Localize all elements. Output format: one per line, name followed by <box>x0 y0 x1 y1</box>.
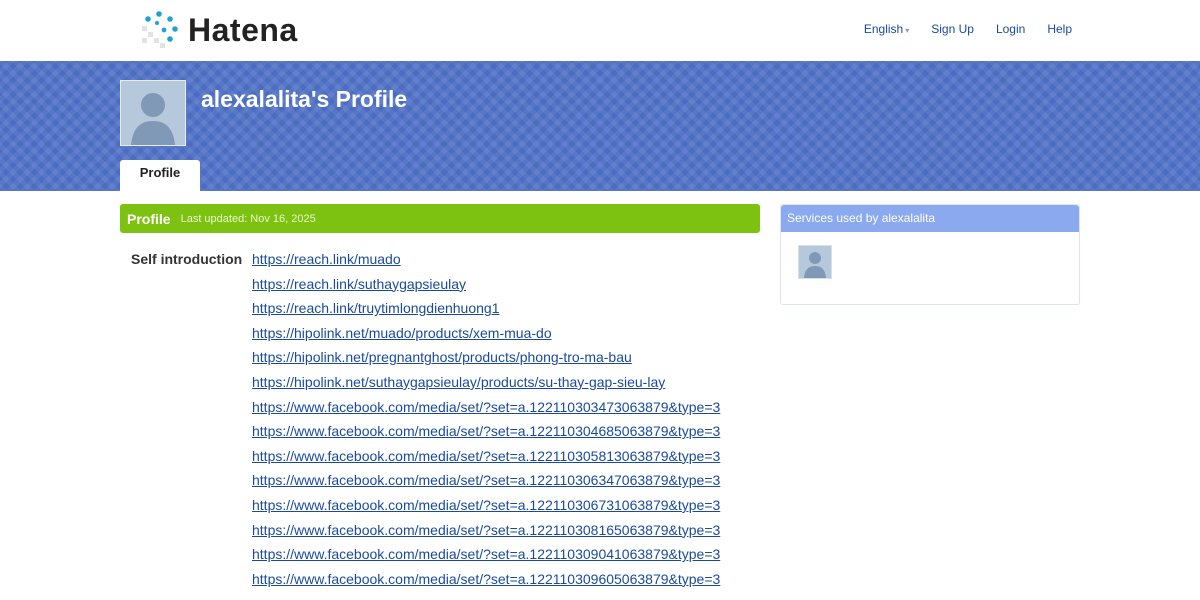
hatena-logo-icon <box>142 11 178 48</box>
intro-link[interactable]: https://reach.link/truytimlongdienhuong1 <box>252 300 499 316</box>
list-item: https://hipolink.net/muado/products/xem-… <box>252 324 720 349</box>
services-panel: Services used by alexalalita <box>780 204 1080 305</box>
self-introduction-links: https://reach.link/muado https://reach.l… <box>252 250 720 594</box>
services-title: Services used by alexalalita <box>781 205 1079 232</box>
profile-banner: alexalalita's Profile Profile <box>0 61 1200 191</box>
top-nav: English ▾ Sign Up Login Help <box>842 22 1072 36</box>
intro-link[interactable]: https://reach.link/suthaygapsieulay <box>252 276 466 292</box>
page-title: alexalalita's Profile <box>201 86 408 112</box>
list-item: https://reach.link/suthaygapsieulay <box>252 275 720 300</box>
top-bar: Hatena English ▾ Sign Up Login Help <box>0 0 1200 60</box>
list-item: https://www.facebook.com/media/set/?set=… <box>252 496 720 521</box>
intro-link[interactable]: https://hipolink.net/pregnantghost/produ… <box>252 349 632 365</box>
list-item: https://www.facebook.com/media/set/?set=… <box>252 447 720 472</box>
section-title: Profile <box>127 210 171 227</box>
intro-link[interactable]: https://hipolink.net/muado/products/xem-… <box>252 325 552 341</box>
dropdown-caret-icon: ▾ <box>905 26 910 35</box>
intro-link[interactable]: https://www.facebook.com/media/set/?set=… <box>252 522 720 538</box>
intro-link[interactable]: https://www.facebook.com/media/set/?set=… <box>252 399 720 415</box>
help-link[interactable]: Help <box>1047 22 1072 36</box>
last-updated: Last updated: Nov 16, 2025 <box>180 212 316 225</box>
list-item: https://www.facebook.com/media/set/?set=… <box>252 570 720 595</box>
login-link[interactable]: Login <box>996 22 1025 36</box>
avatar <box>120 80 186 146</box>
list-item: https://www.facebook.com/media/set/?set=… <box>252 422 720 447</box>
avatar-placeholder-icon <box>121 81 185 145</box>
list-item: https://reach.link/truytimlongdienhuong1 <box>252 299 720 324</box>
intro-link[interactable]: https://reach.link/muado <box>252 251 401 267</box>
self-introduction-label: Self introduction <box>131 251 243 267</box>
intro-link[interactable]: https://www.facebook.com/media/set/?set=… <box>252 448 720 464</box>
list-item: https://www.facebook.com/media/set/?set=… <box>252 521 720 546</box>
hatena-logo[interactable]: Hatena <box>140 10 298 50</box>
list-item: https://hipolink.net/suthaygapsieulay/pr… <box>252 373 720 398</box>
intro-link[interactable]: https://www.facebook.com/media/set/?set=… <box>252 546 720 562</box>
avatar-placeholder-icon <box>799 246 831 278</box>
list-item: https://www.facebook.com/media/set/?set=… <box>252 545 720 570</box>
language-label: English <box>863 22 904 36</box>
intro-link[interactable]: https://www.facebook.com/media/set/?set=… <box>252 423 720 439</box>
intro-link[interactable]: https://www.facebook.com/media/set/?set=… <box>252 497 720 513</box>
intro-link[interactable]: https://hipolink.net/suthaygapsieulay/pr… <box>252 374 665 390</box>
service-avatar[interactable] <box>798 245 832 279</box>
intro-link[interactable]: https://www.facebook.com/media/set/?set=… <box>252 571 720 587</box>
profile-section-header: Profile Last updated: Nov 16, 2025 <box>120 204 760 233</box>
list-item: https://www.facebook.com/media/set/?set=… <box>252 398 720 423</box>
tab-profile[interactable]: Profile <box>120 160 200 191</box>
list-item: https://www.facebook.com/media/set/?set=… <box>252 471 720 496</box>
brand-name: Hatena <box>188 11 298 48</box>
language-selector[interactable]: English ▾ <box>864 22 909 36</box>
list-item: https://reach.link/muado <box>252 250 720 275</box>
intro-link[interactable]: https://www.facebook.com/media/set/?set=… <box>252 472 720 488</box>
signup-link[interactable]: Sign Up <box>931 22 974 36</box>
list-item: https://hipolink.net/pregnantghost/produ… <box>252 348 720 373</box>
